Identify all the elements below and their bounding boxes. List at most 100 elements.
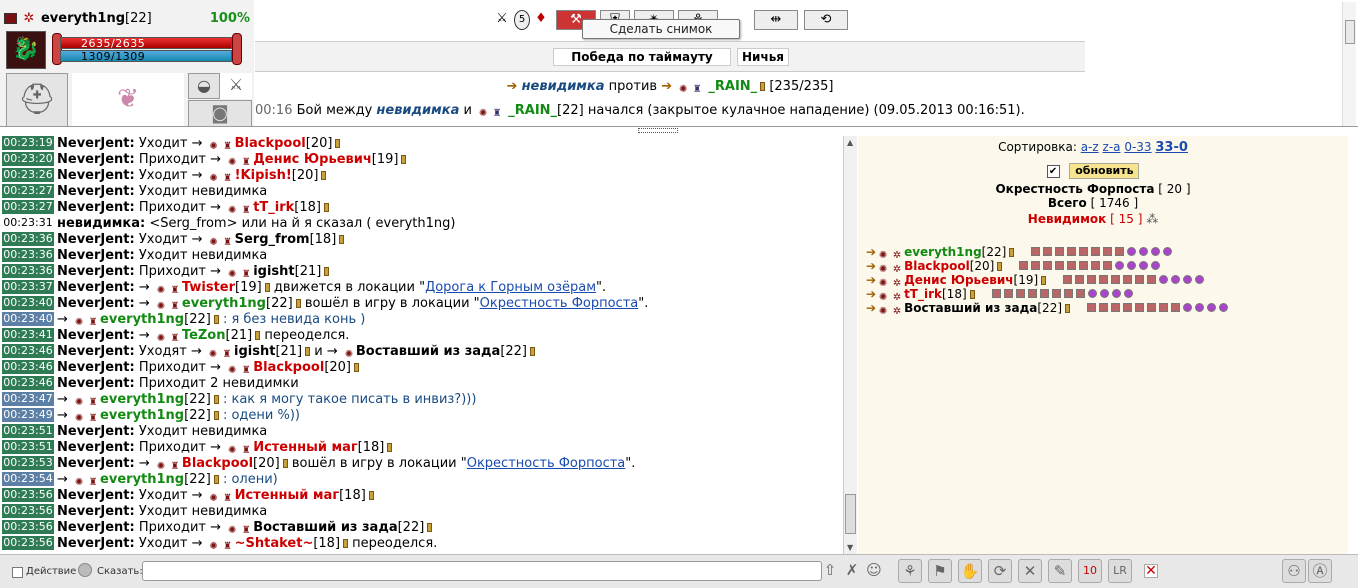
equipment-icon[interactable] [1123,303,1133,312]
chat-author[interactable]: NeverJent: [57,168,135,183]
splitter[interactable] [0,126,1358,136]
chat-author[interactable]: NeverJent: [57,184,135,199]
info-icon[interactable] [323,203,329,212]
action-checkbox[interactable] [12,567,23,578]
people-icon[interactable]: ⚇ [1282,559,1306,583]
equipment-icon[interactable] [1103,261,1113,270]
chat-timestamp[interactable]: 00:23:47 [2,392,54,406]
potion-icon[interactable] [1151,261,1161,270]
info-icon[interactable] [969,290,975,299]
speech-icon[interactable]: ✎ [1048,559,1072,583]
equipment-icon[interactable] [1135,303,1145,312]
info-icon[interactable] [213,315,219,324]
info-icon[interactable] [295,299,301,308]
chat-timestamp[interactable]: 00:23:20 [2,152,54,166]
equipment-icon[interactable] [1027,289,1037,298]
chat-timestamp[interactable]: 00:23:49 [2,408,54,422]
info-icon[interactable] [213,475,219,484]
info-icon[interactable] [387,443,393,452]
helmet-icon[interactable]: ⛑ [6,73,68,128]
equipment-icon[interactable] [1111,303,1121,312]
chat-nick[interactable]: Blackpool [253,360,324,375]
equipment-icon[interactable] [1043,261,1053,270]
potion-icon[interactable] [1139,261,1149,270]
info-icon[interactable] [530,347,535,356]
chat-timestamp[interactable]: 00:23:51 [2,424,54,438]
info-icon[interactable] [997,262,1003,271]
refresh-icon[interactable]: ⟳ [988,559,1012,583]
chat-author[interactable]: NeverJent: [57,280,135,295]
chat-nick[interactable]: Blackpool [235,136,306,151]
chat-timestamp[interactable]: 00:23:46 [2,376,54,390]
potion-icon[interactable] [1151,247,1161,256]
scroll-thumb[interactable] [845,494,856,534]
refresh-fight-icon[interactable]: ⟲ [804,10,848,30]
letter-a-icon[interactable]: Ⓐ [1308,559,1332,583]
timer-icon[interactable]: 10 [1078,559,1102,583]
clear-icon[interactable]: ✗ [840,559,864,583]
chat-input[interactable] [142,561,822,581]
send-up-icon[interactable]: ⇧ [818,559,842,583]
auto-refresh-checkbox[interactable]: ✔ [1046,164,1060,178]
equipment-icon[interactable] [1019,261,1029,270]
info-icon[interactable] [213,395,219,404]
chat-timestamp[interactable]: 00:23:26 [2,168,54,182]
chat-author[interactable]: NeverJent: [57,328,135,343]
info-icon[interactable] [368,491,374,500]
chat-nick[interactable]: Истенный маг [235,488,339,503]
chat-timestamp[interactable]: 00:23:56 [2,488,54,502]
round-number-icon[interactable]: 5 [514,10,530,30]
equipment-icon[interactable] [1063,275,1073,284]
potion-icon[interactable] [1127,247,1137,256]
chat-nick[interactable]: Истенный маг [253,440,357,455]
potion-icon[interactable] [1219,303,1229,312]
boots-icon[interactable]: ◙ [188,100,252,128]
chat-nick[interactable]: Twister [182,280,235,295]
chat-timestamp[interactable]: 00:23:36 [2,264,54,278]
chat-author[interactable]: NeverJent: [57,424,135,439]
equipment-icon[interactable] [1055,261,1065,270]
equipment-icon[interactable] [1135,275,1145,284]
blood-drop-icon[interactable]: ♦ [534,10,548,30]
potion-icon[interactable] [1195,303,1205,312]
fighter-b[interactable]: _RAIN_ [708,79,757,94]
avatar[interactable]: 🐉 [6,31,46,69]
equipment-icon[interactable] [1067,247,1077,256]
fighter-a[interactable]: невидимка [522,79,605,94]
chat-timestamp[interactable]: 00:23:46 [2,360,54,374]
equipment-icon[interactable] [1039,289,1049,298]
chat-timestamp[interactable]: 00:23:27 [2,200,54,214]
info-icon[interactable] [1009,248,1015,257]
chat-nick[interactable]: everyth1ng [100,392,184,407]
draw-button[interactable]: Ничья [737,48,789,66]
chat-author[interactable]: NeverJent: [57,264,135,279]
equipment-icon[interactable] [1003,289,1013,298]
tools-icon[interactable]: ✕ [1018,559,1042,583]
chat-timestamp[interactable]: 00:23:40 [2,296,54,310]
sort-033-link[interactable]: 0-33 [1124,140,1151,154]
chat-timestamp[interactable]: 00:23:27 [2,184,54,198]
chat-author[interactable]: NeverJent: [57,152,135,167]
chat-author[interactable]: NeverJent: [57,504,135,519]
info-icon[interactable] [427,523,433,532]
chat-timestamp[interactable]: 00:23:36 [2,232,54,246]
equipment-icon[interactable] [1015,289,1025,298]
scroll-up-icon[interactable]: ▲ [847,138,853,147]
equipment-icon[interactable] [1115,247,1125,256]
chat-nick[interactable]: Blackpool [182,456,253,471]
chat-author[interactable]: NeverJent: [57,296,135,311]
potion-icon[interactable] [1139,247,1149,256]
location-link[interactable]: Окрестность Форпоста [480,296,639,311]
chat-timestamp[interactable]: 00:23:51 [2,440,54,454]
equipment-icon[interactable] [1087,303,1097,312]
equipment-icon[interactable] [1099,275,1109,284]
info-icon[interactable] [213,411,219,420]
chat-nick[interactable]: everyth1ng [100,408,184,423]
chat-timestamp[interactable]: 00:23:54 [2,472,54,486]
hand-icon[interactable]: ✋ [958,559,982,583]
equipment-icon[interactable] [1055,247,1065,256]
chat-timestamp[interactable]: 00:23:19 [2,136,54,150]
equipment-icon[interactable] [1111,275,1121,284]
equipment-icon[interactable] [1067,261,1077,270]
equipment-icon[interactable] [1091,247,1101,256]
